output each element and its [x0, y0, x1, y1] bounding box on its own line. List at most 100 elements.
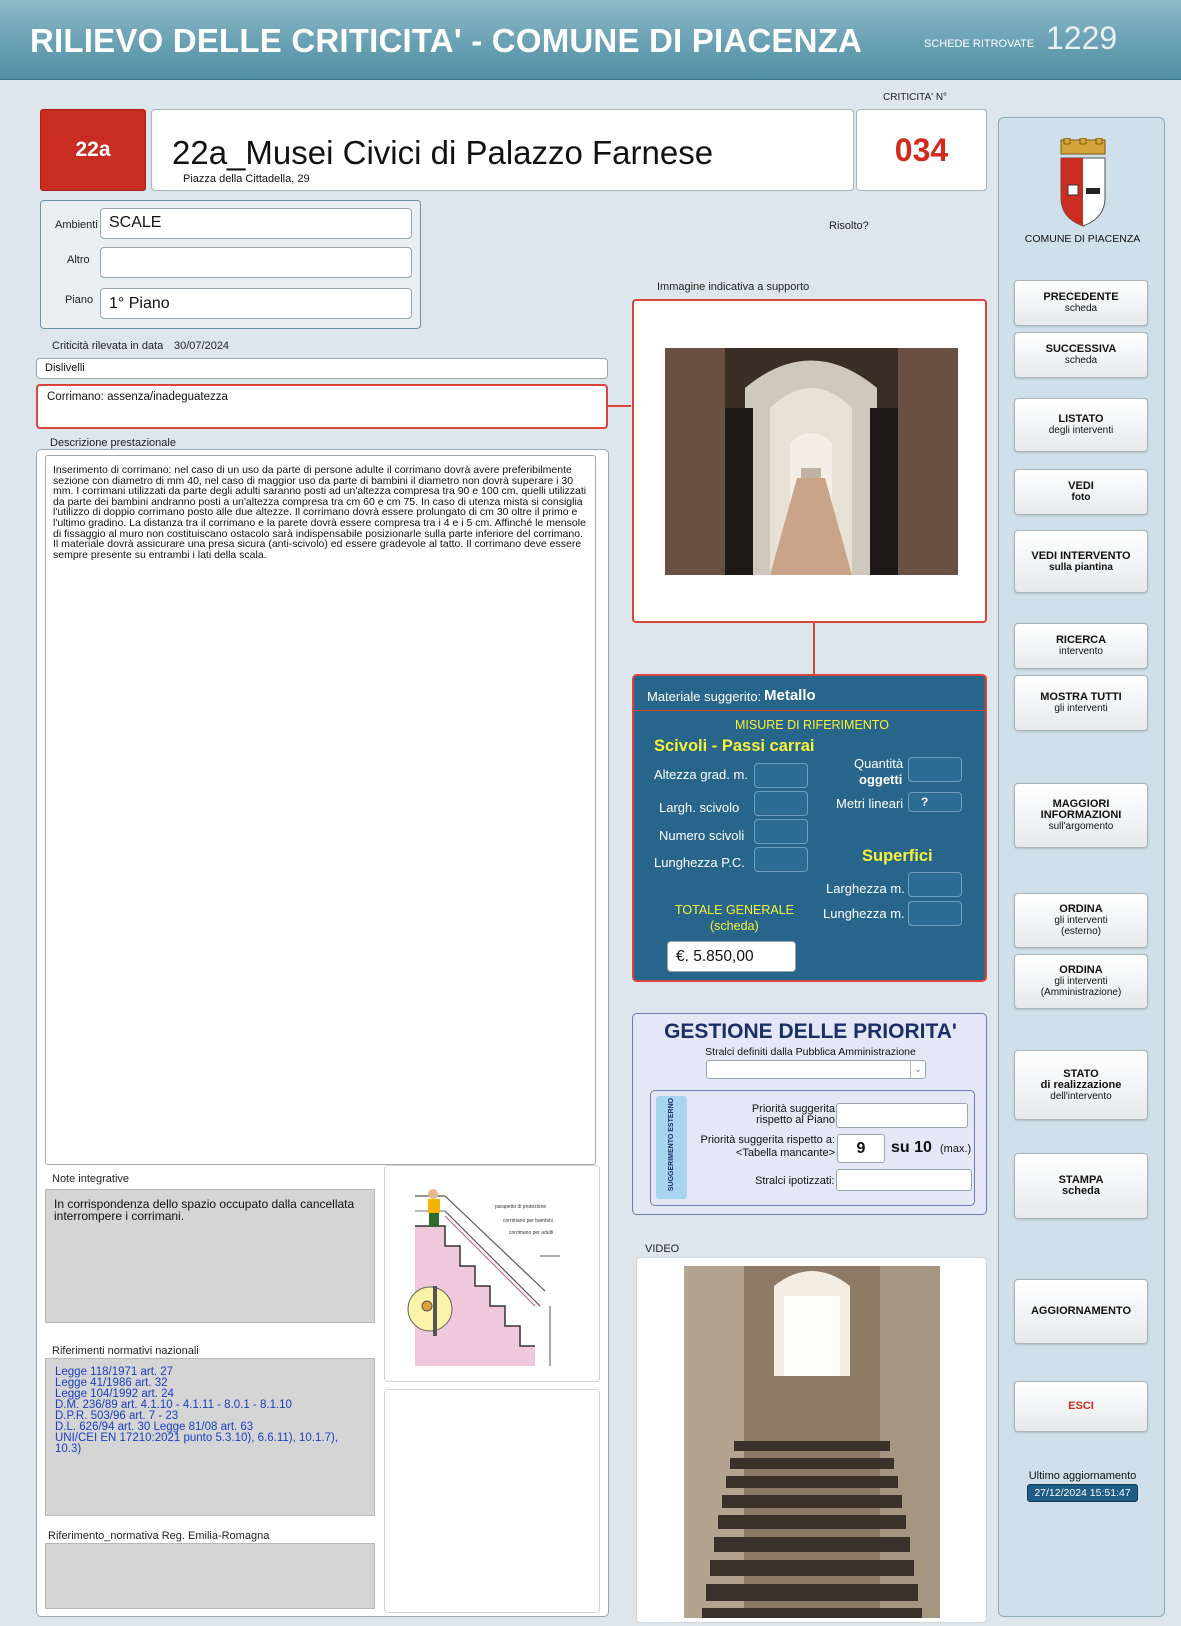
larghezza-field[interactable] — [908, 872, 962, 897]
vedi-intervento-button[interactable]: VEDI INTERVENTO sulla piantina — [1014, 530, 1148, 593]
ambienti-field[interactable]: SCALE — [100, 208, 412, 239]
image-label: Immagine indicativa a supporto — [657, 281, 810, 293]
button-sub: gli interventi — [1054, 915, 1108, 926]
stato-button[interactable]: STATO di realizzazione dell'intervento — [1014, 1050, 1148, 1120]
precedente-button[interactable]: PRECEDENTE scheda — [1014, 280, 1148, 326]
comune-label: COMUNE DI PIACENZA — [1024, 233, 1141, 245]
date-label: Criticità rilevata in data — [52, 340, 164, 352]
button-title: ORDINA — [1059, 964, 1103, 976]
material-label: Materiale suggerito: — [647, 689, 762, 704]
totale-sub: (scheda) — [710, 919, 759, 933]
totale-field[interactable]: €. 5.850,00 — [667, 941, 796, 972]
button-sub: gli interventi — [1054, 976, 1108, 987]
button-sub: scheda — [1064, 303, 1098, 314]
schede-label: SCHEDE RITROVATE — [924, 38, 1035, 50]
video-label: VIDEO — [645, 1243, 680, 1255]
listato-button[interactable]: LISTATO degli interventi — [1014, 398, 1148, 452]
diagram-label-3: corrimano per adulti — [509, 1230, 553, 1236]
successiva-button[interactable]: SUCCESSIVA scheda — [1014, 332, 1148, 378]
maggiori-informazioni-button[interactable]: MAGGIORI INFORMAZIONI sull'argomento — [1014, 783, 1148, 848]
category-field[interactable]: Dislivelli — [36, 358, 608, 379]
suggestion-tag: SUGGERIMENTO ESTERNO — [656, 1096, 687, 1199]
lunghezza-pc-label: Lunghezza P.C. — [654, 855, 745, 870]
norm-line: UNI/CEI EN 17210:2021 punto 5.3.10), 6.6… — [55, 1432, 338, 1455]
record-code-badge: 22a — [40, 109, 146, 191]
piano-priority-label: Priorità suggerita rispetto al Piano — [711, 1104, 835, 1126]
larghezza-label: Larghezza m. — [826, 881, 905, 896]
button-sub: intervento — [1059, 646, 1103, 657]
norms-regional-field[interactable] — [45, 1543, 375, 1609]
piano-field[interactable]: 1° Piano — [100, 288, 412, 319]
button-title: SUCCESSIVA — [1045, 343, 1117, 355]
numero-field[interactable] — [754, 819, 808, 844]
misure-title: MISURE DI RIFERIMENTO — [735, 718, 889, 732]
ambienti-label: Ambienti — [55, 219, 98, 231]
quantita-field[interactable] — [908, 757, 962, 782]
button-title: AGGIORNAMENTO — [1030, 1305, 1132, 1317]
issue-field[interactable]: Corrimano: assenza/inadeguatezza — [36, 384, 608, 429]
connector-line — [608, 405, 631, 407]
ordina-esterno-button[interactable]: ORDINA gli interventi (esterno) — [1014, 893, 1148, 948]
scivoli-title: Scivoli - Passi carrai — [654, 737, 815, 755]
metri-label: Metri lineari — [836, 796, 904, 811]
rispetto-label: Priorità suggerita rispetto a: <Tabella … — [687, 1134, 835, 1160]
description-label: Descrizione prestazionale — [50, 437, 176, 449]
button-title: ESCI — [1068, 1400, 1094, 1412]
sidebar: COMUNE DI PIACENZA PRECEDENTE scheda SUC… — [998, 117, 1165, 1617]
coat-of-arms-icon — [1060, 138, 1106, 227]
ordina-amministrazione-button[interactable]: ORDINA gli interventi (Amministrazione) — [1014, 954, 1148, 1009]
metri-field[interactable]: ? — [908, 792, 962, 812]
altro-field[interactable] — [100, 247, 412, 278]
material-panel: Materiale suggerito: Metallo MISURE DI R… — [632, 674, 987, 982]
last-update-value: 27/12/2024 15:51:47 — [1027, 1484, 1138, 1502]
largh-field[interactable] — [754, 791, 808, 816]
location-panel: Ambienti SCALE Altro Piano 1° Piano — [40, 200, 421, 329]
record-title-box: 22a_Musei Civici di Palazzo Farnese Piaz… — [151, 109, 854, 191]
piano-priority-label-2: rispetto al Piano — [756, 1114, 835, 1126]
description-text[interactable]: Inserimento di corrimano: nel caso di un… — [45, 455, 596, 1165]
handrail-diagram: parapetto di protezione corrimano per ba… — [384, 1165, 600, 1382]
notes-field[interactable]: In corrispondenza dello spazio occupato … — [45, 1189, 375, 1323]
vedi-foto-button[interactable]: VEDI foto — [1014, 469, 1148, 515]
altezza-label: Altezza grad. m. — [654, 767, 748, 782]
stralci-field[interactable] — [836, 1169, 972, 1191]
esci-button[interactable]: ESCI — [1014, 1381, 1148, 1432]
button-sub: foto — [1071, 492, 1091, 503]
diagram-label-2: corrimano per bambini — [503, 1218, 553, 1224]
piano-priority-field[interactable] — [836, 1103, 968, 1128]
button-sub-2: (esterno) — [1060, 926, 1101, 937]
stralci-dropdown[interactable]: ⌄ — [706, 1060, 926, 1079]
oggetti-label: oggetti — [859, 772, 903, 787]
last-update-label: Ultimo aggiornamento — [1028, 1470, 1137, 1482]
priority-score-field[interactable]: 9 — [837, 1134, 885, 1163]
ricerca-button[interactable]: RICERCA intervento — [1014, 623, 1148, 669]
staircase-video[interactable] — [684, 1266, 940, 1618]
criticita-label: CRITICITA' N° — [883, 92, 948, 103]
altro-label: Altro — [67, 254, 90, 266]
numero-label: Numero scivoli — [659, 828, 745, 843]
priority-panel: GESTIONE DELLE PRIORITA' Stralci definit… — [632, 1013, 987, 1215]
norms-national-field[interactable]: Legge 118/1971 art. 27 Legge 41/1986 art… — [45, 1358, 375, 1516]
norms-national-label: Riferimenti normativi nazionali — [52, 1345, 199, 1357]
score-max: (max.) — [940, 1143, 972, 1155]
rispetto-label-1: Priorità suggerita rispetto a: — [700, 1134, 835, 1146]
diagram-label-1: parapetto di protezione — [495, 1204, 546, 1210]
altezza-field[interactable] — [754, 763, 808, 788]
button-title: VEDI INTERVENTO — [1031, 549, 1131, 562]
lunghezza-field[interactable] — [908, 901, 962, 926]
piano-label: Piano — [65, 294, 94, 306]
corridor-photo[interactable] — [665, 348, 958, 575]
stampa-button[interactable]: STAMPA scheda — [1014, 1153, 1148, 1219]
aggiornamento-button[interactable]: AGGIORNAMENTO — [1014, 1279, 1148, 1344]
support-image-panel — [632, 299, 987, 623]
handrail-diagram-drawing: parapetto di protezione corrimano per ba… — [407, 1189, 560, 1366]
chevron-down-icon[interactable]: ⌄ — [910, 1061, 925, 1078]
mostra-tutti-button[interactable]: MOSTRA TUTTI gli interventi — [1014, 675, 1148, 731]
risolto-label: Risolto? — [829, 220, 869, 232]
lunghezza-pc-field[interactable] — [754, 847, 808, 872]
suggestion-tag-text: SUGGERIMENTO ESTERNO — [668, 1097, 675, 1192]
button-title-2: scheda — [1062, 1185, 1100, 1197]
button-title: PRECEDENTE — [1043, 291, 1119, 303]
empty-image-slot — [384, 1389, 600, 1613]
stralci-label: Stralci ipotizzati: — [755, 1175, 835, 1187]
